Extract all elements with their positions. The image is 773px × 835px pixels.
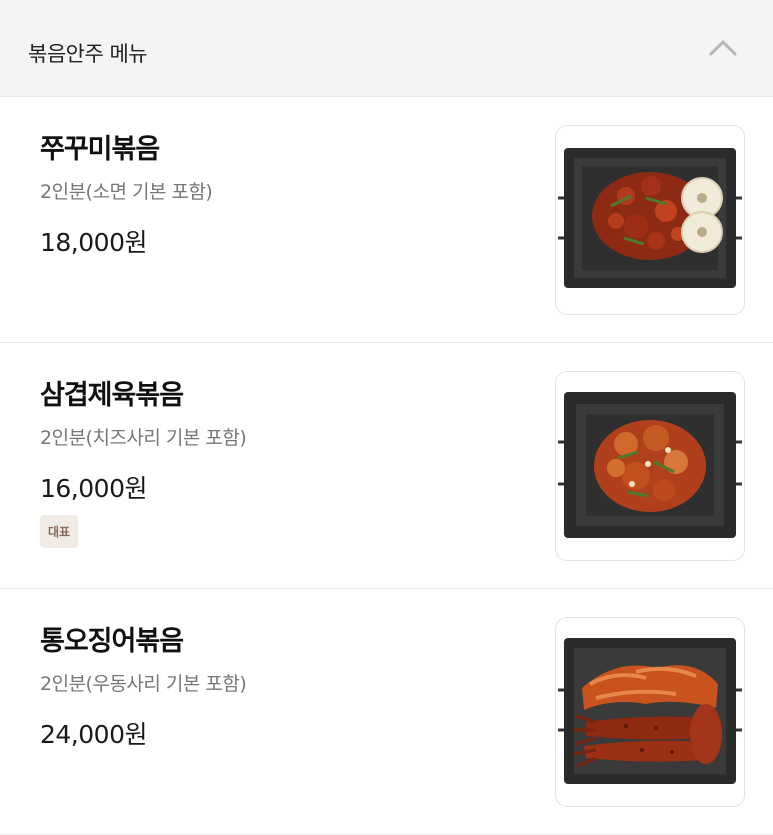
item-image[interactable] — [555, 617, 745, 807]
section-title: 볶음안주 메뉴 — [28, 42, 148, 66]
chevron-up-icon[interactable] — [707, 36, 739, 60]
item-price: 24,000원 — [40, 720, 147, 749]
menu-item[interactable]: 쭈꾸미볶음 2인분(소면 기본 포함) 18,000원 — [0, 97, 773, 343]
pork-dish-photo — [556, 372, 744, 560]
item-name: 쭈꾸미볶음 — [40, 134, 160, 165]
menu-item[interactable]: 통오징어볶음 2인분(우동사리 기본 포함) 24,000원 — [0, 589, 773, 835]
item-price: 16,000원 — [40, 474, 147, 503]
item-description: 2인분(소면 기본 포함) — [40, 181, 213, 203]
item-price: 18,000원 — [40, 228, 147, 257]
item-image[interactable] — [555, 125, 745, 315]
item-name: 삼겹제육볶음 — [40, 380, 184, 411]
item-description: 2인분(우동사리 기본 포함) — [40, 673, 247, 695]
squid-dish-photo — [556, 618, 744, 806]
menu-item[interactable]: 삼겹제육볶음 2인분(치즈사리 기본 포함) 16,000원 대표 — [0, 343, 773, 589]
item-image[interactable] — [555, 371, 745, 561]
section-header[interactable]: 볶음안주 메뉴 — [0, 0, 773, 97]
item-description: 2인분(치즈사리 기본 포함) — [40, 427, 247, 449]
signature-badge: 대표 — [40, 515, 78, 548]
item-name: 통오징어볶음 — [40, 626, 184, 657]
jjukkumi-dish-photo — [556, 126, 744, 314]
